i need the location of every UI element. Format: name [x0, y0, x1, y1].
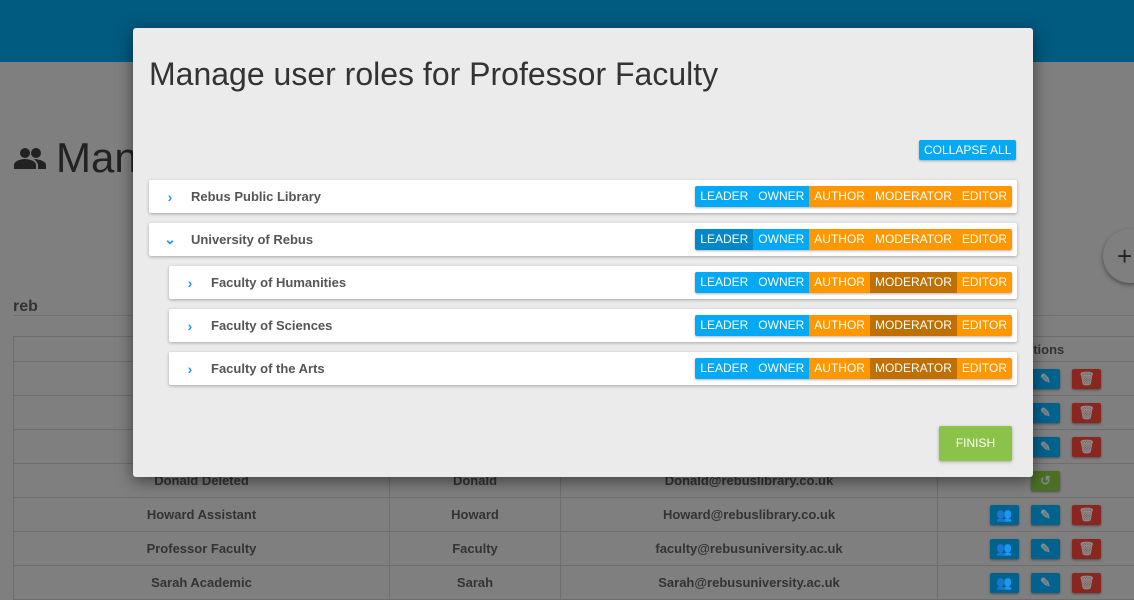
role-owner-toggle[interactable]: OWNER	[753, 272, 809, 293]
roles-icon-button[interactable]: 👥	[990, 505, 1019, 525]
role-toggle-group: LEADEROWNERAUTHORMODERATOREDITOR	[695, 229, 1012, 250]
org-name: Rebus Public Library	[191, 189, 695, 204]
cell-email: faculty@rebusuniversity.ac.uk	[561, 532, 938, 566]
edit-icon-button[interactable]: ✎	[1031, 539, 1060, 559]
users-icon	[14, 147, 46, 169]
role-moderator-toggle[interactable]: MODERATOR	[870, 315, 957, 336]
chevron-right-icon[interactable]: ›	[169, 318, 211, 334]
role-leader-toggle[interactable]: LEADER	[695, 315, 753, 336]
delete-icon-button[interactable]: 🗑	[1072, 437, 1101, 457]
org-name: University of Rebus	[191, 232, 695, 247]
role-author-toggle[interactable]: AUTHOR	[809, 272, 870, 293]
role-toggle-group: LEADEROWNERAUTHORMODERATOREDITOR	[695, 272, 1012, 293]
role-moderator-toggle[interactable]: MODERATOR	[870, 272, 957, 293]
role-owner-toggle[interactable]: OWNER	[753, 186, 809, 207]
collapse-all-button[interactable]: COLLAPSE ALL	[919, 140, 1016, 160]
cell-actions: 👥 ✎ 🗑	[938, 532, 1134, 566]
role-leader-toggle[interactable]: LEADER	[695, 358, 753, 379]
manage-roles-dialog: Manage user roles for Professor Faculty …	[133, 28, 1033, 477]
dialog-title: Manage user roles for Professor Faculty	[149, 56, 718, 93]
edit-icon-button[interactable]: ✎	[1031, 505, 1060, 525]
org-row[interactable]: ⌄University of RebusLEADEROWNERAUTHORMOD…	[149, 223, 1017, 256]
cell-name: Howard Assistant	[14, 498, 390, 532]
role-editor-toggle[interactable]: EDITOR	[957, 315, 1012, 336]
org-name: Faculty of the Arts	[211, 361, 695, 376]
role-leader-toggle[interactable]: LEADER	[695, 272, 753, 293]
cell-actions: 👥 ✎ 🗑	[938, 566, 1134, 600]
delete-icon-button[interactable]: 🗑	[1072, 369, 1101, 389]
role-editor-toggle[interactable]: EDITOR	[957, 229, 1012, 250]
role-moderator-toggle[interactable]: MODERATOR	[870, 358, 957, 379]
delete-icon-button[interactable]: 🗑	[1072, 505, 1101, 525]
role-moderator-toggle[interactable]: MODERATOR	[870, 229, 957, 250]
chevron-right-icon[interactable]: ›	[169, 275, 211, 291]
chevron-down-icon[interactable]: ⌄	[149, 231, 191, 248]
chevron-right-icon[interactable]: ›	[169, 361, 211, 377]
roles-icon-button[interactable]: 👥	[990, 539, 1019, 559]
edit-icon-button[interactable]: ✎	[1031, 437, 1060, 457]
page-title: Man	[14, 134, 138, 182]
chevron-right-icon[interactable]: ›	[149, 189, 191, 205]
role-editor-toggle[interactable]: EDITOR	[957, 358, 1012, 379]
org-row[interactable]: ›Faculty of SciencesLEADEROWNERAUTHORMOD…	[169, 309, 1017, 342]
cell-username: Howard	[390, 498, 561, 532]
table-row: Sarah AcademicSarahSarah@rebusuniversity…	[14, 566, 1134, 600]
org-name: Faculty of Humanities	[211, 275, 695, 290]
table-row: Professor FacultyFacultyfaculty@rebusuni…	[14, 532, 1134, 566]
org-name: Faculty of Sciences	[211, 318, 695, 333]
role-editor-toggle[interactable]: EDITOR	[957, 186, 1012, 207]
role-owner-toggle[interactable]: OWNER	[753, 358, 809, 379]
role-leader-toggle[interactable]: LEADER	[695, 229, 753, 250]
delete-icon-button[interactable]: 🗑	[1072, 573, 1101, 593]
role-owner-toggle[interactable]: OWNER	[753, 229, 809, 250]
role-owner-toggle[interactable]: OWNER	[753, 315, 809, 336]
role-moderator-toggle[interactable]: MODERATOR	[870, 186, 957, 207]
add-user-button[interactable]: +	[1103, 229, 1134, 283]
role-author-toggle[interactable]: AUTHOR	[809, 358, 870, 379]
cell-email: Howard@rebuslibrary.co.uk	[561, 498, 938, 532]
cell-username: Sarah	[390, 566, 561, 600]
role-author-toggle[interactable]: AUTHOR	[809, 229, 870, 250]
role-editor-toggle[interactable]: EDITOR	[957, 272, 1012, 293]
restore-icon-button[interactable]: ↺	[1031, 471, 1060, 491]
cell-email: Sarah@rebusuniversity.ac.uk	[561, 566, 938, 600]
finish-button[interactable]: FINISH	[939, 426, 1012, 461]
org-row[interactable]: ›Faculty of the ArtsLEADEROWNERAUTHORMOD…	[169, 352, 1017, 385]
edit-icon-button[interactable]: ✎	[1031, 403, 1060, 423]
role-author-toggle[interactable]: AUTHOR	[809, 186, 870, 207]
cell-name: Professor Faculty	[14, 532, 390, 566]
org-row[interactable]: ›Rebus Public LibraryLEADEROWNERAUTHORMO…	[149, 180, 1017, 213]
role-author-toggle[interactable]: AUTHOR	[809, 315, 870, 336]
role-toggle-group: LEADEROWNERAUTHORMODERATOREDITOR	[695, 358, 1012, 379]
cell-username: Faculty	[390, 532, 561, 566]
delete-icon-button[interactable]: 🗑	[1072, 403, 1101, 423]
page-title-text: Man	[56, 134, 138, 182]
edit-icon-button[interactable]: ✎	[1031, 573, 1060, 593]
delete-icon-button[interactable]: 🗑	[1072, 539, 1101, 559]
table-row: Howard AssistantHowardHoward@rebuslibrar…	[14, 498, 1134, 532]
org-row[interactable]: ›Faculty of HumanitiesLEADEROWNERAUTHORM…	[169, 266, 1017, 299]
role-leader-toggle[interactable]: LEADER	[695, 186, 753, 207]
cell-name: Sarah Academic	[14, 566, 390, 600]
role-toggle-group: LEADEROWNERAUTHORMODERATOREDITOR	[695, 315, 1012, 336]
edit-icon-button[interactable]: ✎	[1031, 369, 1060, 389]
role-toggle-group: LEADEROWNERAUTHORMODERATOREDITOR	[695, 186, 1012, 207]
roles-icon-button[interactable]: 👥	[990, 573, 1019, 593]
cell-actions: 👥 ✎ 🗑	[938, 498, 1134, 532]
